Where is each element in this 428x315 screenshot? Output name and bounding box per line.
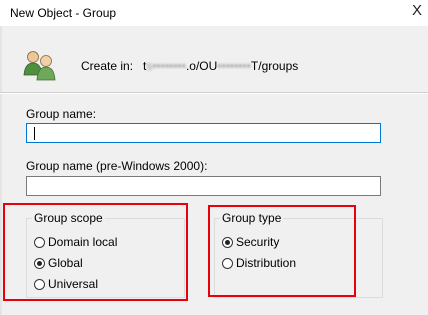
path-suffix: T/groups: [250, 59, 299, 73]
group-name-label: Group name:: [26, 107, 97, 121]
users-group-icon: [23, 51, 56, 81]
path-redacted-1: s••••••••: [146, 59, 186, 73]
title-bar: New Object - Group X: [0, 0, 428, 26]
close-icon[interactable]: X: [412, 2, 422, 20]
group-name-input[interactable]: [26, 123, 381, 143]
text-caret: [34, 127, 35, 140]
path-middle: .o/OU: [185, 59, 218, 73]
window-title: New Object - Group: [10, 6, 117, 20]
create-in-path: ts••••••••.o/OU••••••••T/groups: [143, 59, 298, 73]
create-in-label: Create in:: [81, 59, 134, 73]
pre2000-name-input[interactable]: [26, 176, 381, 196]
pre2000-name-label: Group name (pre-Windows 2000):: [26, 159, 208, 173]
highlight-group-scope: [3, 203, 188, 301]
highlight-group-type: [208, 205, 356, 297]
dialog-left-edge: [0, 26, 2, 315]
header-separator: [0, 92, 428, 94]
path-redacted-2: ••••••••: [217, 59, 251, 73]
